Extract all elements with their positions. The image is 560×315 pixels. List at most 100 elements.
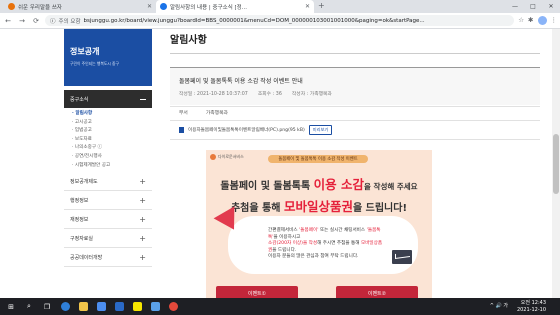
poster-banner: 돌봄페이 및 돌봄톡톡 이용 소감 작성 이벤트 xyxy=(268,155,368,163)
photos-icon[interactable] xyxy=(148,300,162,314)
page-scrollbar[interactable] xyxy=(552,29,560,298)
submenu-item-my-junggu[interactable]: · 나의소중구 ⓘ xyxy=(72,144,152,153)
event-1-button[interactable]: 이벤트① xyxy=(216,286,298,298)
file-explorer-icon[interactable] xyxy=(76,300,90,314)
sidebar-subtitle: 구민이 주인되는 행복도시 중구 xyxy=(70,61,120,66)
text: 또는 실시간 채팅서비스 xyxy=(318,228,367,233)
post-header: 돌봄페이 및 돌봄톡톡 이용 소감 작성 이벤트 안내 작성일 : 2021-1… xyxy=(170,67,540,105)
address-bar[interactable]: ⓘ 주의 요함 bsjunggu.go.kr/board/view.junggu… xyxy=(45,15,515,26)
store-icon[interactable] xyxy=(94,300,108,314)
main-content: 알림사항 돌봄페이 및 돌봄톡톡 이용 소감 작성 이벤트 안내 작성일 : 2… xyxy=(170,29,540,298)
text: 간편결제서비스 xyxy=(268,228,300,233)
divider xyxy=(170,53,540,54)
scrollbar-thumb[interactable] xyxy=(553,134,559,194)
divider xyxy=(170,120,540,121)
tab-strip: 쉬운 우리말을 쓰자 ✕ 알림사항의 내용 | 중구소식 [정... ✕ + —… xyxy=(0,0,560,13)
sidebar-item[interactable]: 재정정보 + xyxy=(64,210,152,230)
poster-description: 간편결제서비스 '돌봄페이' 또는 실시간 채팅서비스 '돌봄톡톡'을 이용하시… xyxy=(268,228,386,261)
back-arrow-icon[interactable]: ← xyxy=(3,17,13,25)
windows-taskbar: ⊞ ⌕ ❐ ^ 🔊 가 오전 12:43 2021-12-10 xyxy=(0,298,560,315)
forward-arrow-icon[interactable]: → xyxy=(17,17,27,25)
event-poster-image: 다이로운서비스 돌봄페이 및 돌봄톡톡 이용 소감 작성 이벤트 돌봄페이 및 … xyxy=(206,150,432,298)
expand-icon: + xyxy=(139,214,146,224)
sidebar-menu: 정보공개제도 + 행정정보 + 재정정보 + 구정자료실 + 공공데이터개방 + xyxy=(64,172,152,268)
new-tab-button[interactable]: + xyxy=(318,1,325,10)
expand-icon: + xyxy=(139,233,146,243)
url-text: bsjunggu.go.kr/board/view.junggu?boardId… xyxy=(83,17,425,24)
event-2-button[interactable]: 이벤트② xyxy=(336,286,418,298)
subheadline-part: 을 드립니다! xyxy=(352,203,408,214)
close-tab-icon[interactable]: ✕ xyxy=(305,3,310,10)
logo-text: 다이로운서비스 xyxy=(218,154,244,159)
tab-label: 알림사항의 내용 | 중구소식 [정... xyxy=(170,4,247,11)
submenu-item-announcements[interactable]: · 고시공고 xyxy=(72,119,152,128)
page-title: 알림사항 xyxy=(170,35,207,46)
tab-label: 쉬운 우리말을 쓰자 xyxy=(18,4,62,11)
chrome-icon[interactable] xyxy=(166,300,180,314)
submenu-item-press[interactable]: · 보도자료 xyxy=(72,136,152,145)
close-tab-icon[interactable]: ✕ xyxy=(147,3,152,10)
minimize-button[interactable]: — xyxy=(506,0,524,13)
sidebar-item-label: 재정정보 xyxy=(70,216,89,223)
description-line: 소감(200자 이상)을 작성해 주시면 추첨을 통해 모바일상품권을 드립니다… xyxy=(268,241,386,254)
search-icon[interactable]: ⌕ xyxy=(22,300,36,314)
taskbar-clock[interactable]: 오전 12:43 2021-12-10 xyxy=(517,300,546,313)
section-label: 중구소식 xyxy=(70,96,89,103)
menu-dots-icon[interactable]: ⋮ xyxy=(551,16,558,25)
tab-plain-language[interactable]: 쉬운 우리말을 쓰자 ✕ xyxy=(4,0,156,13)
browser-toolbar: ← → ⟳ ⓘ 주의 요함 bsjunggu.go.kr/board/view.… xyxy=(0,13,560,29)
description-line: 간편결제서비스 '돌봄페이' 또는 실시간 채팅서비스 '돌봄톡톡'을 이용하시… xyxy=(268,228,386,241)
expand-icon: + xyxy=(139,176,146,186)
poster-info-card: 간편결제서비스 '돌봄페이' 또는 실시간 채팅서비스 '돌봄톡톡'을 이용하시… xyxy=(228,216,418,274)
maximize-button[interactable]: □ xyxy=(524,0,542,13)
submenu-item-events[interactable]: · 공연/전시행사 xyxy=(72,153,152,162)
start-windows-icon[interactable]: ⊞ xyxy=(4,300,18,314)
attachment-link[interactable]: 이용자돌봄페이및돌봄톡톡이벤트알림배너(PC).png(95 kB) xyxy=(188,127,305,133)
sidebar-item[interactable]: 공공데이터개방 + xyxy=(64,248,152,268)
sidebar-item[interactable]: 구정자료실 + xyxy=(64,229,152,249)
collapse-icon[interactable] xyxy=(140,98,146,100)
department-label: 부서 xyxy=(179,111,188,116)
text: 을 드립니다. xyxy=(272,247,297,253)
submenu-item-proposals[interactable]: · 시험제계발안 공고 xyxy=(72,162,152,171)
sidebar-item-label: 구정자료실 xyxy=(70,235,94,242)
sidebar: 정보공개 구민이 주인되는 행복도시 중구 중구소식 · 알림사항 · 고시공고… xyxy=(64,29,152,298)
department-row: 부서 가족행복과 xyxy=(179,109,228,116)
text-highlight: '돌봄페이' xyxy=(299,228,319,233)
poster-headline: 돌봄페이 및 돌봄톡톡 이용 소감을 작성해 주세요 xyxy=(206,174,432,193)
edge-browser-icon[interactable] xyxy=(58,300,72,314)
sidebar-item-label: 행정정보 xyxy=(70,197,89,204)
post-author: 작성자 : 가족행복과 xyxy=(291,92,332,97)
headline-part: 돌봄페이 및 돌봄톡톡 xyxy=(220,181,314,192)
envelope-icon xyxy=(392,250,412,264)
window-controls: — □ ✕ xyxy=(506,0,560,13)
sidebar-section-news[interactable]: 중구소식 xyxy=(64,90,152,108)
kakaotalk-icon[interactable] xyxy=(130,300,144,314)
close-window-button[interactable]: ✕ xyxy=(542,0,560,13)
profile-avatar[interactable] xyxy=(537,16,547,25)
headline-part: 을 작성해 주세요 xyxy=(364,182,418,191)
post-title: 돌봄페이 및 돌봄톡톡 이용 소감 작성 이벤트 안내 xyxy=(179,78,303,85)
logo-mark-icon xyxy=(210,154,216,160)
text-highlight: 소감(200자 이상)을 작성 xyxy=(268,241,318,247)
mail-icon[interactable] xyxy=(112,300,126,314)
tab-notices-active[interactable]: 알림사항의 내용 | 중구소식 [정... ✕ xyxy=(156,0,314,13)
reload-icon[interactable]: ⟳ xyxy=(31,17,41,25)
attachment-row: 이용자돌봄페이및돌봄톡톡이벤트알림배너(PC).png(95 kB) 미리보기 xyxy=(179,125,333,135)
expand-icon: + xyxy=(139,252,146,262)
expand-icon: + xyxy=(139,195,146,205)
star-icon[interactable]: ☆ xyxy=(518,16,524,25)
submenu-item-legislation[interactable]: · 입법공고 xyxy=(72,127,152,136)
subheadline-part: 추첨을 통해 xyxy=(230,203,284,214)
extension-icon[interactable]: ✱ xyxy=(528,16,533,25)
preview-button[interactable]: 미리보기 xyxy=(308,125,333,135)
clock-date: 2021-12-10 xyxy=(516,306,546,313)
task-view-icon[interactable]: ❐ xyxy=(40,300,54,314)
sidebar-item[interactable]: 행정정보 + xyxy=(64,191,152,211)
submenu-item-notices[interactable]: · 알림사항 xyxy=(72,110,152,119)
site-favicon-icon xyxy=(160,3,167,10)
sidebar-item[interactable]: 정보공개제도 + xyxy=(64,172,152,192)
system-tray[interactable]: ^ 🔊 가 xyxy=(490,302,508,309)
divider xyxy=(170,139,540,140)
sidebar-item-label: 공공데이터개방 xyxy=(70,254,103,261)
